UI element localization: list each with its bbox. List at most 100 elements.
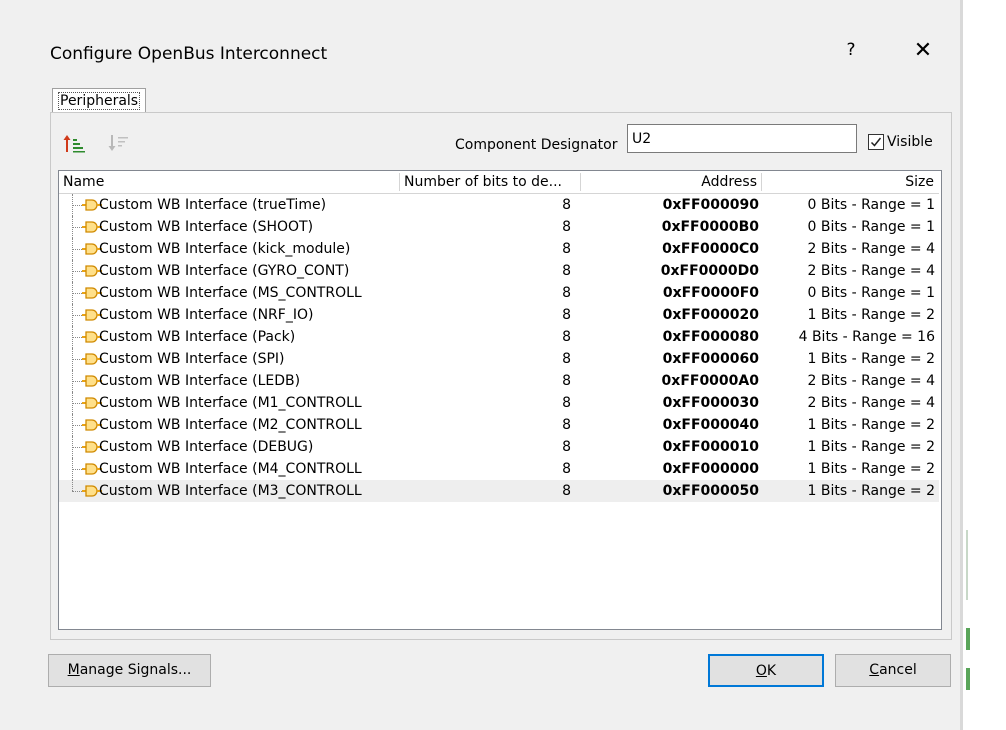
- table-row[interactable]: Custom WB Interface (trueTime) 8 0xFF00009…: [59, 194, 939, 216]
- row-size: 0 Bits - Range = 1: [807, 285, 936, 301]
- row-name: Custom WB Interface (Pack): [99, 329, 296, 345]
- row-address: 0xFF000060: [662, 351, 759, 367]
- move-down-icon[interactable]: [107, 132, 131, 154]
- row-name: Custom WB Interface (SPI): [99, 351, 285, 367]
- peripherals-list[interactable]: Name Number of bits to de... Address Siz…: [58, 170, 942, 630]
- row-bits: 8: [562, 395, 571, 411]
- window-edge: [960, 0, 963, 730]
- row-bits: 8: [562, 219, 571, 235]
- row-bits: 8: [562, 263, 571, 279]
- row-size: 2 Bits - Range = 4: [807, 373, 936, 389]
- table-row[interactable]: Custom WB Interface (M3_CONTROLL 8 0xFF000…: [59, 480, 939, 502]
- row-name: Custom WB Interface (M1_CONTROLL: [99, 395, 362, 411]
- column-header-address[interactable]: Address: [581, 171, 761, 193]
- ok-button[interactable]: OK: [708, 654, 824, 687]
- background-marker: [966, 628, 970, 650]
- visible-checkbox[interactable]: [868, 134, 884, 150]
- row-address: 0xFF0000C0: [662, 241, 759, 257]
- row-address: 0xFF000040: [662, 417, 759, 433]
- background-marker: [966, 668, 970, 690]
- row-name: Custom WB Interface (MS_CONTROLL: [99, 285, 362, 301]
- cancel-button[interactable]: Cancel: [835, 654, 951, 687]
- background-line: [966, 530, 968, 600]
- row-bits: 8: [562, 351, 571, 367]
- ok-accel: O: [755, 663, 767, 679]
- row-bits: 8: [562, 307, 571, 323]
- row-name: Custom WB Interface (M4_CONTROLL: [99, 461, 362, 477]
- list-header: Name Number of bits to de... Address Siz…: [59, 171, 939, 194]
- table-row[interactable]: Custom WB Interface (M2_CONTROLL 8 0xFF000…: [59, 414, 939, 436]
- row-size: 1 Bits - Range = 2: [807, 483, 936, 499]
- row-name: Custom WB Interface (kick_module): [99, 241, 351, 257]
- row-size: 4 Bits - Range = 16: [798, 329, 935, 345]
- row-address: 0xFF000030: [662, 395, 759, 411]
- row-address: 0xFF0000A0: [661, 373, 759, 389]
- move-up-icon[interactable]: [62, 132, 86, 154]
- row-size: 2 Bits - Range = 4: [807, 241, 936, 257]
- row-name: Custom WB Interface (M3_CONTROLL: [99, 483, 362, 499]
- configure-openbus-dialog: Configure OpenBus Interconnect ? ✕ Perip…: [0, 0, 960, 730]
- table-row[interactable]: Custom WB Interface (NRF_IO) 8 0xFF000020 1…: [59, 304, 939, 326]
- table-row[interactable]: Custom WB Interface (LEDB) 8 0xFF0000A0 2 B…: [59, 370, 939, 392]
- table-row[interactable]: Custom WB Interface (DEBUG) 8 0xFF000010 1 …: [59, 436, 939, 458]
- manage-signals-label: anage Signals...: [79, 662, 192, 678]
- row-size: 0 Bits - Range = 1: [807, 219, 936, 235]
- row-name: Custom WB Interface (M2_CONTROLL: [99, 417, 362, 433]
- table-row[interactable]: Custom WB Interface (MS_CONTROLL 8 0xFF000…: [59, 282, 939, 304]
- column-header-bits[interactable]: Number of bits to de...: [400, 171, 580, 193]
- row-size: 1 Bits - Range = 2: [807, 351, 936, 367]
- table-row[interactable]: Custom WB Interface (Pack) 8 0xFF000080 4 B…: [59, 326, 939, 348]
- row-name: Custom WB Interface (SHOOT): [99, 219, 314, 235]
- table-row[interactable]: Custom WB Interface (M4_CONTROLL 8 0xFF000…: [59, 458, 939, 480]
- column-header-name[interactable]: Name: [59, 171, 399, 193]
- row-address: 0xFF000000: [662, 461, 759, 477]
- row-size: 1 Bits - Range = 2: [807, 417, 936, 433]
- ok-label: K: [766, 663, 777, 679]
- row-bits: 8: [562, 373, 571, 389]
- row-bits: 8: [562, 461, 571, 477]
- row-address: 0xFF0000B0: [661, 219, 759, 235]
- tab-peripherals-label: Peripherals: [58, 92, 141, 110]
- table-row[interactable]: Custom WB Interface (SHOOT) 8 0xFF0000B0 0 …: [59, 216, 939, 238]
- tab-peripherals[interactable]: Peripherals: [52, 88, 147, 113]
- row-size: 1 Bits - Range = 2: [807, 307, 936, 323]
- row-name: Custom WB Interface (DEBUG): [99, 439, 314, 455]
- component-designator-label: Component Designator: [455, 137, 618, 153]
- row-address: 0xFF0000D0: [660, 263, 759, 279]
- row-address: 0xFF000050: [662, 483, 759, 499]
- table-row[interactable]: Custom WB Interface (kick_module) 8 0xFF00…: [59, 238, 939, 260]
- cancel-accel: C: [869, 662, 880, 678]
- manage-signals-button[interactable]: Manage Signals...: [48, 654, 211, 687]
- row-name: Custom WB Interface (GYRO_CONT): [99, 263, 350, 279]
- background-window: [960, 0, 1006, 730]
- row-bits: 8: [562, 241, 571, 257]
- row-size: 1 Bits - Range = 2: [807, 439, 936, 455]
- row-address: 0xFF000010: [662, 439, 759, 455]
- row-address: 0xFF000020: [662, 307, 759, 323]
- visible-label: Visible: [887, 134, 933, 150]
- row-address: 0xFF000080: [662, 329, 759, 345]
- row-address: 0xFF0000F0: [662, 285, 759, 301]
- table-row[interactable]: Custom WB Interface (SPI) 8 0xFF000060 1 Bi…: [59, 348, 939, 370]
- table-row[interactable]: Custom WB Interface (GYRO_CONT) 8 0xFF0000…: [59, 260, 939, 282]
- manage-signals-accel: M: [67, 662, 80, 678]
- cancel-label: ancel: [879, 662, 917, 678]
- row-size: 1 Bits - Range = 2: [807, 461, 936, 477]
- table-row[interactable]: Custom WB Interface (M1_CONTROLL 8 0xFF000…: [59, 392, 939, 414]
- visible-checkbox-group[interactable]: Visible: [868, 132, 933, 152]
- column-header-size[interactable]: Size: [762, 171, 938, 193]
- component-designator-input[interactable]: U2: [627, 124, 857, 153]
- dialog-title: Configure OpenBus Interconnect: [50, 44, 328, 64]
- close-button[interactable]: ✕: [910, 38, 936, 63]
- help-button[interactable]: ?: [841, 40, 861, 60]
- row-size: 2 Bits - Range = 4: [807, 263, 936, 279]
- row-bits: 8: [562, 329, 571, 345]
- row-size: 2 Bits - Range = 4: [807, 395, 936, 411]
- tree-line: [72, 480, 73, 491]
- row-name: Custom WB Interface (NRF_IO): [99, 307, 314, 323]
- row-size: 0 Bits - Range = 1: [807, 197, 936, 213]
- row-bits: 8: [562, 197, 571, 213]
- row-name: Custom WB Interface (trueTime): [99, 197, 327, 213]
- row-bits: 8: [562, 285, 571, 301]
- row-bits: 8: [562, 417, 571, 433]
